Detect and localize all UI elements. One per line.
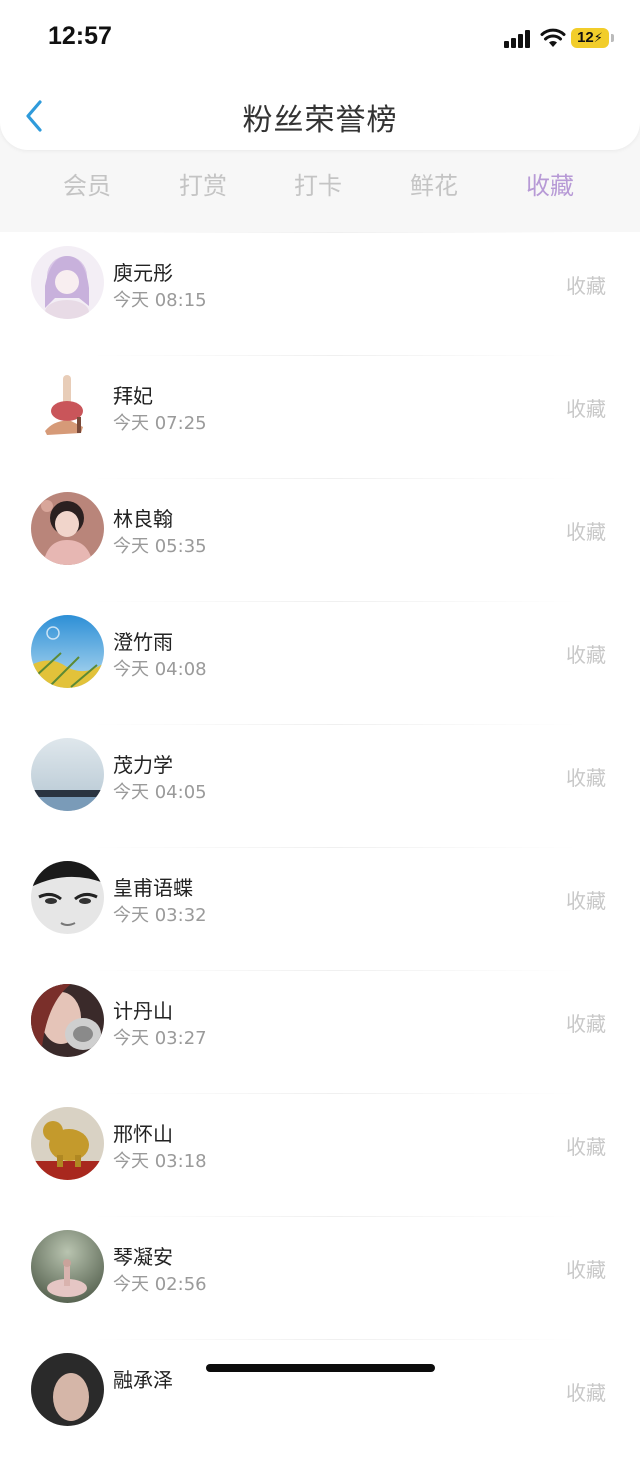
tab-tipping[interactable]: 打赏 [145,166,261,201]
action-label: 收藏 [566,1135,606,1159]
divider [90,232,580,233]
action-label: 收藏 [566,643,606,667]
divider [90,724,580,725]
list-item[interactable]: 林良翰 今天 05:35 收藏 [0,478,640,601]
divider [90,970,580,971]
action-label: 收藏 [566,766,606,790]
list-item[interactable]: 邢怀山 今天 03:18 收藏 [0,1093,640,1216]
activity-time: 今天 07:25 [113,413,207,434]
action-label: 收藏 [566,889,606,913]
user-name: 茂力学 [113,753,173,777]
avatar [31,861,104,934]
user-name: 皇甫语蝶 [113,876,193,900]
divider [90,1339,580,1340]
activity-time: 今天 04:08 [113,659,207,680]
user-name: 琴凝安 [113,1245,173,1269]
user-name: 邢怀山 [113,1122,173,1146]
action-label: 收藏 [566,520,606,544]
activity-time: 今天 05:35 [113,536,207,557]
avatar [31,984,104,1057]
divider [90,478,580,479]
battery-tip [611,34,614,42]
activity-time: 今天 04:05 [113,782,207,803]
user-name: 林良翰 [113,507,173,531]
divider [90,1216,580,1217]
status-time: 12:57 [48,22,112,50]
tab-flowers[interactable]: 鲜花 [376,166,492,201]
activity-time: 今天 03:27 [113,1028,207,1049]
avatar [31,369,104,442]
activity-time: 今天 08:15 [113,290,207,311]
user-name: 融承泽 [113,1368,173,1392]
list-item[interactable]: 庾元彤 今天 08:15 收藏 [0,232,640,355]
header-card: 12:57 12⚡ 粉丝荣誉榜 [0,0,640,150]
divider [90,847,580,848]
list-item[interactable]: 琴凝安 今天 02:56 收藏 [0,1216,640,1339]
activity-time: 今天 03:18 [113,1151,207,1172]
avatar [31,492,104,565]
cellular-signal-icon [504,28,532,48]
tab-favorites[interactable]: 收藏 [492,166,608,201]
avatar [31,246,104,319]
activity-time: 今天 02:56 [113,1274,207,1295]
list-item[interactable]: 皇甫语蝶 今天 03:32 收藏 [0,847,640,970]
tab-bar: 会员 打赏 打卡 鲜花 收藏 [0,160,640,206]
home-indicator[interactable] [206,1364,435,1372]
user-name: 拜妃 [113,384,153,408]
activity-time: 今天 03:32 [113,905,207,926]
list-item[interactable]: 计丹山 今天 03:27 收藏 [0,970,640,1093]
action-label: 收藏 [566,397,606,421]
fan-list: 庾元彤 今天 08:15 收藏 拜妃 今天 07:25 收藏 林良翰 今天 05… [0,232,640,1462]
user-name: 澄竹雨 [113,630,173,654]
action-label: 收藏 [566,1258,606,1282]
avatar [31,1353,104,1426]
avatar [31,1230,104,1303]
avatar [31,1107,104,1180]
avatar [31,738,104,811]
list-item[interactable]: 拜妃 今天 07:25 收藏 [0,355,640,478]
user-name: 庾元彤 [113,261,173,285]
user-name: 计丹山 [113,999,173,1023]
divider [90,355,580,356]
tab-membership[interactable]: 会员 [29,166,145,201]
avatar [31,615,104,688]
divider [90,601,580,602]
action-label: 收藏 [566,274,606,298]
list-item[interactable]: 融承泽 收藏 [0,1339,640,1462]
list-item[interactable]: 澄竹雨 今天 04:08 收藏 [0,601,640,724]
page-title: 粉丝荣誉榜 [242,103,398,138]
list-item[interactable]: 茂力学 今天 04:05 收藏 [0,724,640,847]
battery-level: 12 [577,29,594,46]
battery-icon: 12⚡ [571,28,609,48]
action-label: 收藏 [566,1381,606,1405]
action-label: 收藏 [566,1012,606,1036]
wifi-icon [540,28,566,48]
divider [90,1093,580,1094]
tab-checkin[interactable]: 打卡 [260,166,376,201]
